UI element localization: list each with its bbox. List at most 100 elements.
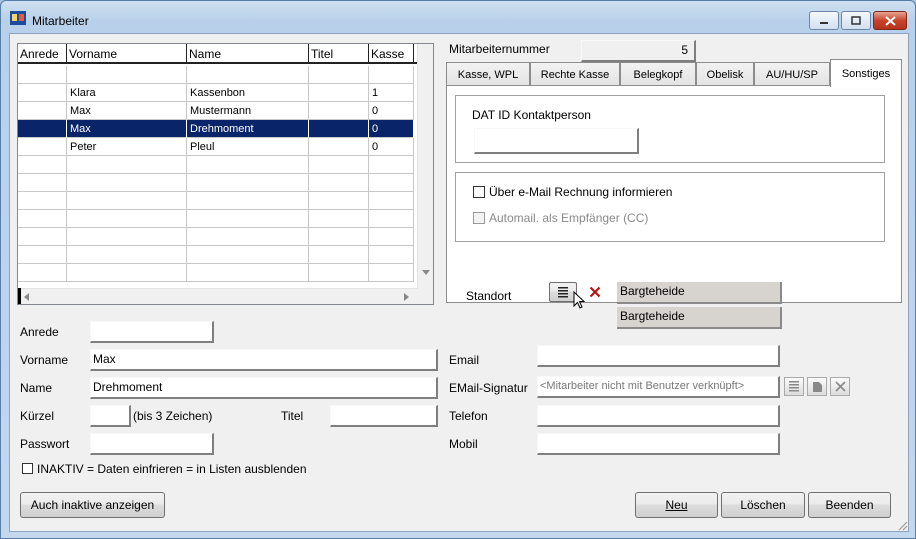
table-cell-name: Mustermann (187, 102, 309, 120)
grid-header: Anrede Vorname Name Titel Kasse (18, 44, 433, 64)
table-cell-vorname (67, 210, 187, 228)
vorname-label: Vorname (20, 353, 69, 367)
employee-grid[interactable]: Anrede Vorname Name Titel Kasse Klara Kas… (17, 43, 434, 305)
table-cell-kasse (369, 246, 414, 264)
close-button[interactable] (873, 11, 907, 30)
column-header-kasse[interactable]: Kasse (369, 44, 414, 64)
inaktiv-checkbox[interactable] (22, 463, 33, 474)
titel-label: Titel (281, 409, 304, 423)
close-dialog-button[interactable]: Beenden (808, 492, 891, 518)
table-row[interactable] (18, 210, 414, 228)
table-row[interactable] (18, 246, 414, 264)
minimize-button[interactable] (809, 11, 839, 30)
table-row[interactable] (18, 192, 414, 210)
table-cell-kasse (369, 210, 414, 228)
table-cell-titel (309, 66, 369, 84)
table-row[interactable]: Peter Pleul 0 (18, 138, 414, 156)
table-cell-titel (309, 138, 369, 156)
tab-au-hu-sp[interactable]: AU/HU/SP (754, 62, 830, 86)
table-cell-anrede (18, 228, 67, 246)
remove-standort-icon[interactable] (589, 286, 601, 298)
table-row[interactable] (18, 156, 414, 174)
table-cell-anrede (18, 264, 67, 282)
table-cell-kasse (369, 192, 414, 210)
maximize-button[interactable] (841, 11, 871, 30)
new-button[interactable]: Neu (635, 492, 718, 518)
dat-id-input[interactable] (474, 128, 639, 154)
table-cell-vorname: Max (67, 120, 187, 138)
table-cell-name: Pleul (187, 138, 309, 156)
scroll-left-icon[interactable] (24, 293, 30, 301)
telefon-input[interactable] (537, 405, 780, 427)
tab-panel-sonstiges: DAT ID Kontaktperson Über e-Mail Rechnun… (446, 85, 902, 329)
table-cell-kasse (369, 228, 414, 246)
tab-bar: Kasse, WPL Rechte Kasse Belegkopf Obelis… (446, 59, 906, 87)
tab-sonstiges[interactable]: Sonstiges (830, 59, 902, 87)
table-row[interactable] (18, 228, 414, 246)
anrede-label: Anrede (20, 325, 59, 339)
list-icon (789, 381, 799, 392)
table-cell-titel (309, 102, 369, 120)
table-row[interactable] (18, 264, 414, 282)
email-signatur-input[interactable]: <Mitarbeiter nicht mit Benutzer verknüpf… (537, 376, 780, 398)
table-cell-titel (309, 120, 369, 138)
tab-kasse-wpl[interactable]: Kasse, WPL (446, 62, 530, 86)
email-signatur-label: EMail-Signatur (449, 381, 528, 395)
mouse-cursor-icon (573, 291, 586, 309)
resize-grip-icon[interactable] (896, 519, 908, 531)
column-header-anrede[interactable]: Anrede (18, 44, 67, 64)
table-cell-anrede (18, 84, 67, 102)
email-input[interactable] (537, 345, 780, 367)
table-cell-kasse: 0 (369, 102, 414, 120)
vertical-scrollbar[interactable] (417, 44, 433, 304)
mobil-label: Mobil (449, 437, 478, 451)
anrede-input[interactable] (90, 321, 214, 343)
table-cell-anrede (18, 102, 67, 120)
scroll-down-icon[interactable] (422, 270, 430, 276)
telefon-label: Telefon (449, 409, 488, 423)
mobil-input[interactable] (537, 433, 780, 455)
clear-icon (834, 381, 846, 392)
table-cell-titel (309, 246, 369, 264)
signatur-edit-button[interactable] (807, 377, 827, 396)
delete-button[interactable]: Löschen (721, 492, 805, 518)
list-icon (558, 286, 568, 297)
scroll-right-icon[interactable] (404, 293, 410, 301)
window: Mitarbeiter Anrede Vorname Name Titel Ka… (0, 0, 916, 539)
table-row[interactable] (18, 66, 414, 84)
table-cell-vorname (67, 156, 187, 174)
tab-obelisk[interactable]: Obelisk (696, 62, 754, 86)
signatur-clear-button[interactable] (830, 377, 850, 396)
table-cell-anrede (18, 138, 67, 156)
tab-belegkopf[interactable]: Belegkopf (620, 62, 696, 86)
horizontal-scrollbar[interactable] (18, 288, 418, 304)
show-inactive-button[interactable]: Auch inaktive anzeigen (20, 492, 165, 518)
email-rechnung-checkbox[interactable] (473, 186, 485, 198)
table-row[interactable] (18, 174, 414, 192)
tab-rechte-kasse[interactable]: Rechte Kasse (530, 62, 620, 86)
table-cell-vorname: Peter (67, 138, 187, 156)
titel-input[interactable] (330, 405, 438, 427)
table-cell-titel (309, 192, 369, 210)
table-cell-kasse (369, 174, 414, 192)
column-header-vorname[interactable]: Vorname (67, 44, 187, 64)
signatur-list-button[interactable] (784, 377, 804, 396)
automail-checkbox[interactable] (473, 212, 485, 224)
table-cell-name (187, 66, 309, 84)
dat-id-group: DAT ID Kontaktperson (455, 95, 885, 163)
column-header-titel[interactable]: Titel (309, 44, 369, 64)
table-cell-anrede (18, 246, 67, 264)
passwort-input[interactable] (90, 433, 214, 455)
vorname-input[interactable]: Max (90, 349, 438, 371)
email-options-group: Über e-Mail Rechnung informieren Automai… (455, 172, 885, 242)
name-input[interactable]: Drehmoment (90, 377, 438, 399)
table-cell-anrede (18, 192, 67, 210)
kuerzel-input[interactable] (90, 405, 131, 427)
table-row[interactable]: Klara Kassenbon 1 (18, 84, 414, 102)
maximize-icon (851, 16, 861, 25)
title-bar: Mitarbeiter (1, 1, 915, 33)
table-row[interactable]: Max Drehmoment 0 (18, 120, 414, 138)
table-cell-titel (309, 264, 369, 282)
column-header-name[interactable]: Name (187, 44, 309, 64)
table-row[interactable]: Max Mustermann 0 (18, 102, 414, 120)
